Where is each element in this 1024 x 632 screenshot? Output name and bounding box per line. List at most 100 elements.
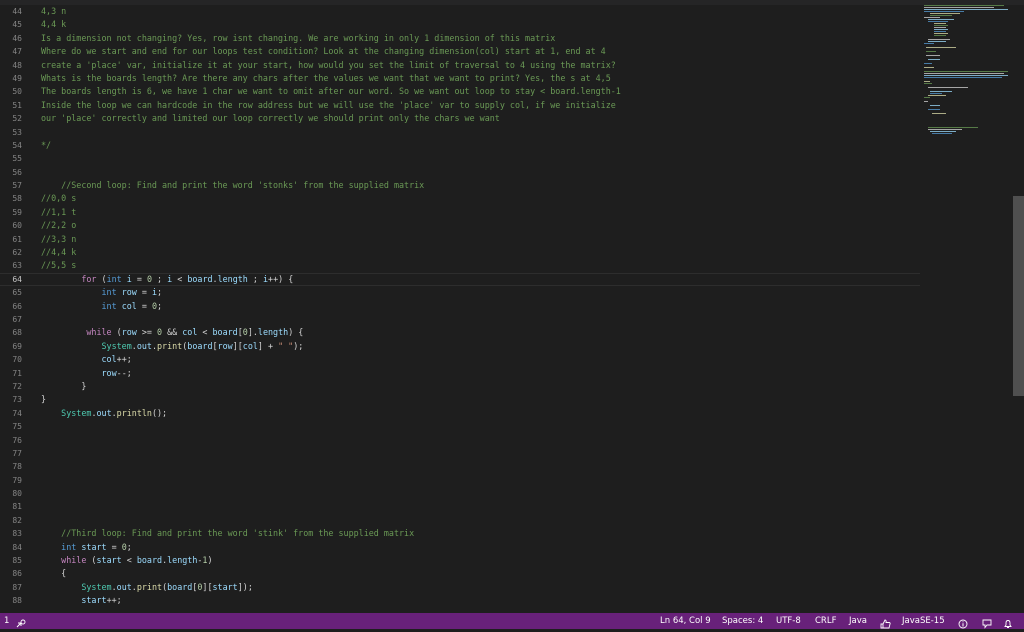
line-code[interactable]: //Second loop: Find and print the word '… [41,179,424,192]
code-line[interactable]: 74 System.out.println(); [0,407,920,420]
code-line[interactable]: 55 [0,152,920,165]
line-code[interactable]: //5,5 s [41,259,76,272]
code-line[interactable]: 66 int col = 0; [0,300,920,313]
code-token: row [101,367,117,378]
minimap-line [928,21,948,22]
code-line[interactable]: 78 [0,460,920,473]
code-line[interactable]: 48 create a 'place' var, initialize it at… [0,59,920,72]
code-line[interactable]: 69 System.out.print(board[row][col] + " … [0,340,920,353]
code-line[interactable]: 80 [0,487,920,500]
code-line[interactable]: 73} [0,393,920,406]
code-line[interactable]: 63 //5,5 s [0,259,920,272]
line-code[interactable]: The boards length is 6, we have 1 char w… [41,85,621,98]
line-code[interactable]: create a 'place' var, initialize it at y… [41,59,616,72]
line-code[interactable]: { [41,567,66,580]
line-code[interactable]: col++; [41,353,132,366]
cursor-position[interactable]: Ln 64, Col 9 [660,613,711,629]
line-code[interactable]: int col = 0; [41,300,163,313]
line-code[interactable]: 4,3 n [41,5,66,18]
code-line[interactable]: 87 System.out.print(board[0][start]); [0,581,920,594]
code-line[interactable]: 62 //4,4 k [0,246,920,259]
code-line[interactable]: 57 //Second loop: Find and print the wor… [0,179,920,192]
line-code[interactable]: for (int i = 0 ; i < board.length ; i++)… [41,273,293,286]
code-line[interactable]: 64 for (int i = 0 ; i < board.length ; i… [0,273,920,286]
code-line[interactable]: 72 } [0,380,920,393]
minimap[interactable] [924,5,1014,145]
code-line[interactable]: 59 //1,1 t [0,206,920,219]
line-code[interactable]: //3,3 n [41,233,76,246]
code-line[interactable]: 81 [0,500,920,513]
bell-icon[interactable] [1003,616,1013,632]
line-code[interactable]: while (row >= 0 && col < board[0].length… [41,326,303,339]
line-code[interactable]: System.out.println(); [41,407,167,420]
code-editor[interactable]: 44 4,3 n 45 4,4 k 46 Is a dimension not chang… [0,0,1024,613]
code-line[interactable]: 84 int start = 0; [0,541,920,554]
line-code[interactable]: //2,2 o [41,219,76,232]
line-code[interactable]: //1,1 t [41,206,76,219]
line-code[interactable]: } [41,393,46,406]
code-line[interactable]: 83 //Third loop: Find and print the word… [0,527,920,540]
line-code[interactable]: //0,0 s [41,192,76,205]
java-version[interactable]: JavaSE-15 [902,613,945,629]
line-code[interactable]: //Third loop: Find and print the word 's… [41,527,414,540]
live-share-icon[interactable] [16,616,26,632]
line-number: 48 [12,60,22,70]
status-problems-count[interactable]: 1 [4,613,9,629]
code-line[interactable]: 88 start++; [0,594,920,607]
line-code[interactable]: row--; [41,367,132,380]
feedback-icon[interactable] [982,616,992,632]
code-line[interactable]: 52 our 'place' correctly and limited our … [0,112,920,125]
line-code[interactable]: System.out.print(board[row][col] + " "); [41,340,304,353]
code-line[interactable]: 70 col++; [0,353,920,366]
code-line[interactable]: 44 4,3 n [0,5,920,18]
line-code[interactable]: our 'place' correctly and limited our lo… [41,112,500,125]
code-line[interactable]: 49 Whats is the boards length? Are there … [0,72,920,85]
code-line[interactable]: 46 Is a dimension not changing? Yes, row … [0,32,920,45]
line-number: 86 [12,569,22,579]
code-line[interactable]: 82 [0,514,920,527]
code-lines[interactable]: 44 4,3 n 45 4,4 k 46 Is a dimension not chang… [0,5,920,608]
indentation-setting[interactable]: Spaces: 4 [722,613,763,629]
line-code[interactable]: Whats is the boards length? Are there an… [41,72,611,85]
minimap-line [930,15,952,16]
code-line[interactable]: 53 [0,126,920,139]
thumbs-up-icon[interactable] [880,616,891,632]
code-line[interactable]: 71 row--; [0,367,920,380]
code-line[interactable]: 86 { [0,567,920,580]
code-line[interactable]: 58 //0,0 s [0,192,920,205]
line-code[interactable]: Inside the loop we can hardcode in the r… [41,99,616,112]
code-line[interactable]: 77 [0,447,920,460]
line-code[interactable]: int start = 0; [41,541,132,554]
language-mode[interactable]: Java [849,613,867,629]
line-code[interactable]: while (start < board.length-1) [41,554,212,567]
line-code[interactable]: int row = i; [41,286,163,299]
file-encoding[interactable]: UTF-8 [776,613,801,629]
code-token: ]); [237,581,253,592]
code-line[interactable]: 47 Where do we start and end for our loop… [0,45,920,58]
code-line[interactable]: 76 [0,434,920,447]
code-line[interactable]: 85 while (start < board.length-1) [0,554,920,567]
line-code[interactable]: start++; [41,594,121,607]
code-line[interactable]: 54 */ [0,139,920,152]
line-code[interactable]: */ [41,139,51,152]
line-code[interactable]: Where do we start and end for our loops … [41,45,606,58]
line-code[interactable]: //4,4 k [41,246,76,259]
code-line[interactable]: 67 [0,313,920,326]
code-line[interactable]: 61 //3,3 n [0,233,920,246]
end-of-line[interactable]: CRLF [815,613,836,629]
code-line[interactable]: 79 [0,474,920,487]
code-line[interactable]: 51 Inside the loop we can hardcode in the… [0,99,920,112]
code-line[interactable]: 60 //2,2 o [0,219,920,232]
code-line[interactable]: 50 The boards length is 6, we have 1 char… [0,85,920,98]
line-code[interactable]: Is a dimension not changing? Yes, row is… [41,32,555,45]
info-icon[interactable] [958,616,968,632]
code-line[interactable]: 65 int row = i; [0,286,920,299]
scrollbar-thumb[interactable] [1013,196,1024,396]
code-line[interactable]: 56 [0,166,920,179]
line-code[interactable]: System.out.print(board[0][start]); [41,581,253,594]
code-line[interactable]: 45 4,4 k [0,18,920,31]
line-code[interactable]: 4,4 k [41,18,66,31]
code-line[interactable]: 68 while (row >= 0 && col < board[0].len… [0,326,920,339]
code-line[interactable]: 75 [0,420,920,433]
line-code[interactable]: } [41,380,86,393]
